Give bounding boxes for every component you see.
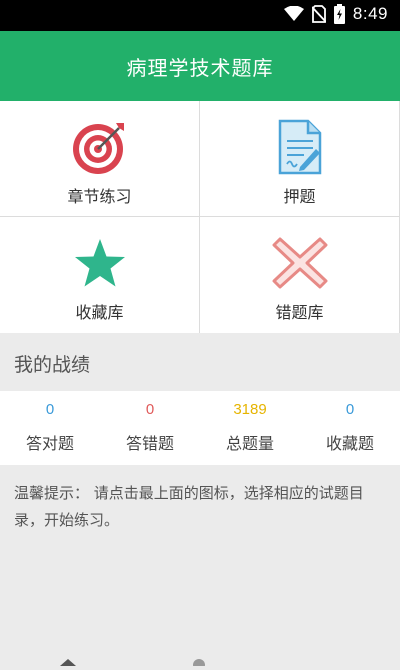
stat-value: 0 [145, 401, 155, 418]
stat-value: 0 [45, 401, 55, 418]
document-edit-icon [272, 119, 328, 175]
status-bar: 8:49 [0, 0, 400, 31]
stat-total: 3189 总题量 [200, 391, 300, 465]
stat-favorites: 0 收藏题 [300, 391, 400, 465]
user-icon [193, 659, 205, 670]
stat-value: 0 [345, 401, 355, 418]
menu-chapter-practice[interactable]: 章节练习 [0, 101, 199, 216]
stat-value: 3189 [233, 401, 267, 418]
stat-label: 总题量 [225, 434, 274, 453]
menu-favorites[interactable]: 收藏库 [0, 217, 199, 332]
stat-correct: 0 答对题 [0, 391, 100, 465]
home-icon [60, 659, 76, 666]
record-title: 我的战绩 [14, 354, 91, 376]
app-header: 病理学技术题库 [0, 31, 400, 101]
status-icons: 8:49 [283, 4, 388, 24]
menu-label: 押题 [283, 187, 316, 206]
tip-text: 温馨提示： 请点击最上面的图标，选择相应的试题目录，开始练习。 [14, 484, 364, 529]
grid-divider [199, 101, 200, 333]
menu-label: 章节练习 [67, 187, 132, 206]
cross-icon [272, 235, 328, 291]
menu-label: 收藏库 [75, 303, 124, 322]
stat-label: 答错题 [125, 434, 174, 453]
stats-panel: 0 答对题 0 答错题 3189 总题量 0 收藏题 [0, 391, 400, 465]
menu-grid: 章节练习 押题 收藏库 错题库 [0, 101, 400, 333]
menu-wrong-questions[interactable]: 错题库 [200, 217, 399, 332]
menu-predicted-questions[interactable]: 押题 [200, 101, 399, 216]
menu-label: 错题库 [275, 303, 324, 322]
no-sim-icon [311, 5, 326, 23]
status-time: 8:49 [352, 4, 388, 23]
star-icon [72, 235, 128, 291]
wifi-icon [283, 6, 304, 21]
page-title: 病理学技术题库 [126, 55, 274, 80]
bottom-nav-partial [0, 651, 400, 670]
grid-divider [0, 216, 400, 217]
stat-label: 收藏题 [325, 434, 374, 453]
stat-wrong: 0 答错题 [100, 391, 200, 465]
battery-charging-icon [333, 4, 345, 24]
target-icon [72, 119, 128, 175]
stat-label: 答对题 [25, 434, 74, 453]
